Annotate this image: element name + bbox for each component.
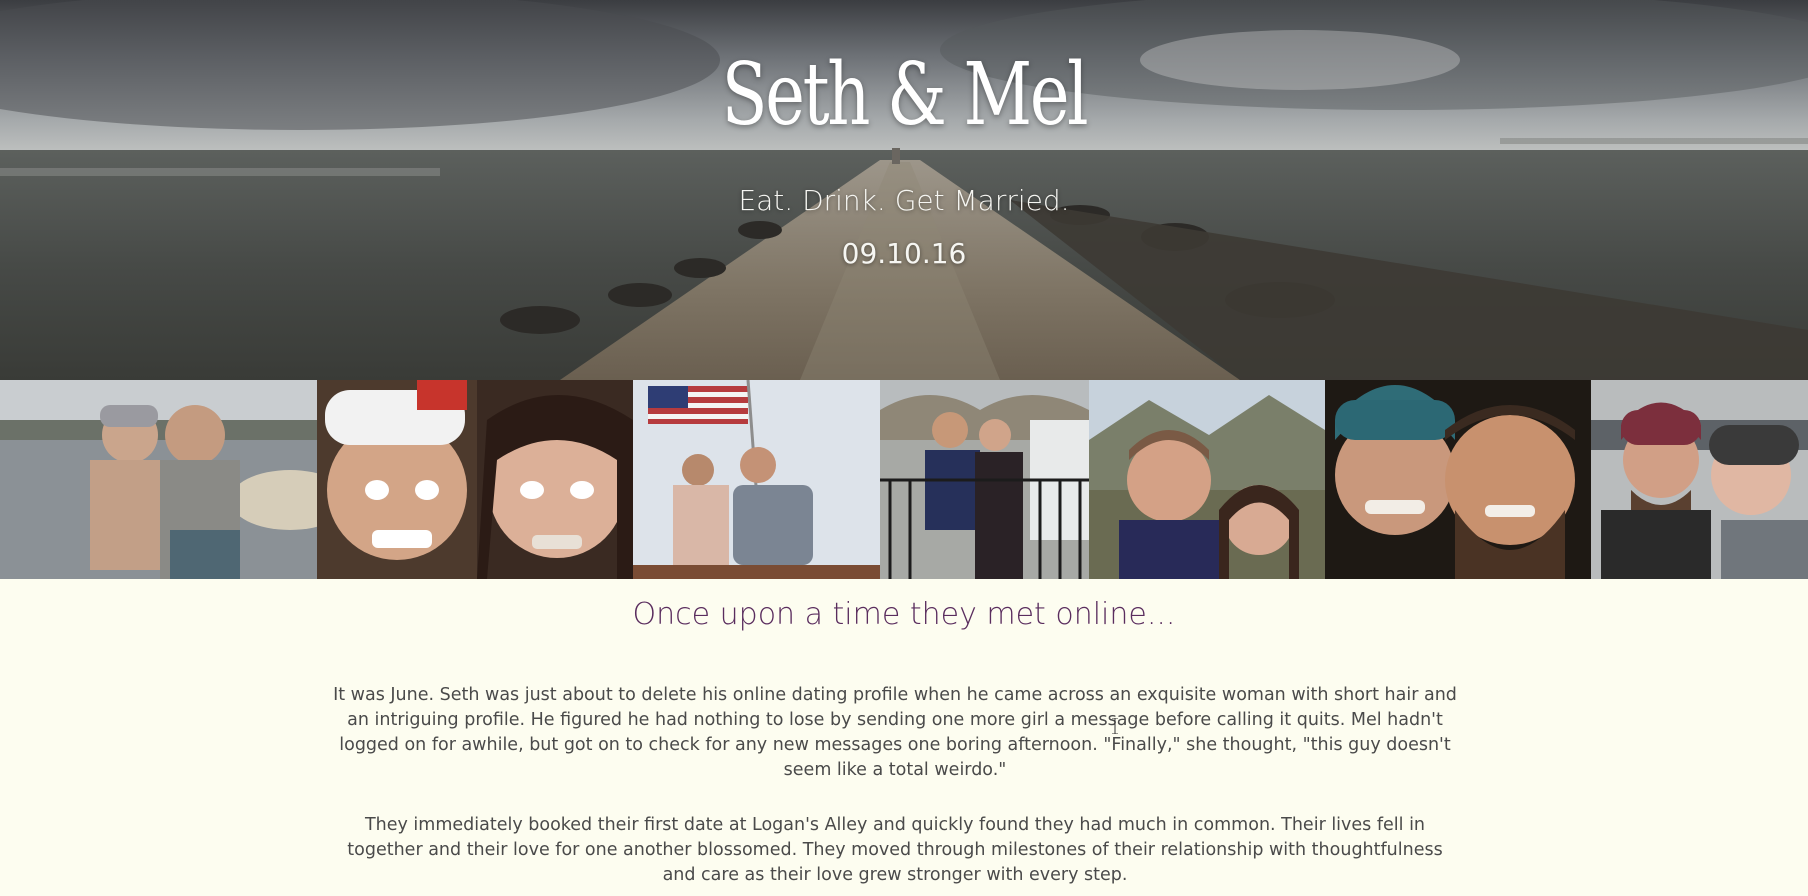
story-paragraph: It was June. Seth was just about to dele… [333, 685, 1457, 780]
kiss-selfie-photo [1591, 380, 1808, 579]
wedding-date: 09.10.16 [841, 237, 967, 270]
funny-faces-selfie-photo [317, 380, 633, 579]
photo-strip [0, 380, 1808, 579]
story-heading: Once upon a time they met online... [632, 597, 1176, 632]
text-cursor-icon [1112, 718, 1118, 734]
page: Seth & Mel Eat. Drink. Get Married. 09.1… [0, 0, 1808, 896]
bridge-river-photo [880, 380, 1089, 579]
couple-names-title: Seth & Mel [721, 45, 1089, 145]
night-selfie-photo [1325, 380, 1591, 579]
story-section: Once upon a time they met online... It w… [0, 579, 1808, 896]
hero-tagline: Eat. Drink. Get Married. [738, 184, 1070, 217]
hero-banner: Seth & Mel Eat. Drink. Get Married. 09.1… [0, 0, 1808, 380]
flag-boat-photo [633, 380, 880, 579]
beach-couple-photo [0, 380, 317, 579]
story-paragraph: They immediately booked their first date… [347, 815, 1443, 885]
mountain-selfie-photo [1089, 380, 1325, 579]
